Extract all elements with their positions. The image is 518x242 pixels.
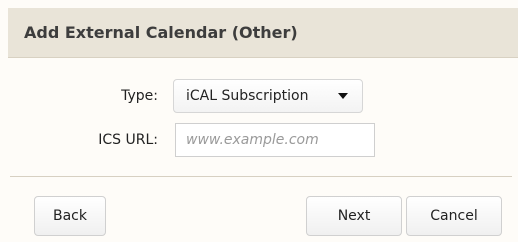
type-label: Type: <box>121 88 158 104</box>
cancel-button[interactable]: Cancel <box>406 196 502 236</box>
ics-url-label: ICS URL: <box>98 132 158 148</box>
dialog-title-bar: Add External Calendar (Other) <box>8 8 518 58</box>
ics-url-field[interactable]: www.example.com <box>175 123 375 157</box>
dialog-body: Type: iCAL Subscription ICS URL: www.exa… <box>8 58 518 242</box>
ics-url-placeholder: www.example.com <box>186 132 319 148</box>
type-select-value: iCAL Subscription <box>186 88 309 104</box>
chevron-down-icon <box>338 93 348 99</box>
add-external-calendar-dialog: Add External Calendar (Other) Type: iCAL… <box>0 0 518 242</box>
divider <box>10 176 512 177</box>
back-button[interactable]: Back <box>34 196 106 236</box>
next-button[interactable]: Next <box>306 196 402 236</box>
dialog-title: Add External Calendar (Other) <box>24 23 298 42</box>
type-select[interactable]: iCAL Subscription <box>173 79 363 113</box>
